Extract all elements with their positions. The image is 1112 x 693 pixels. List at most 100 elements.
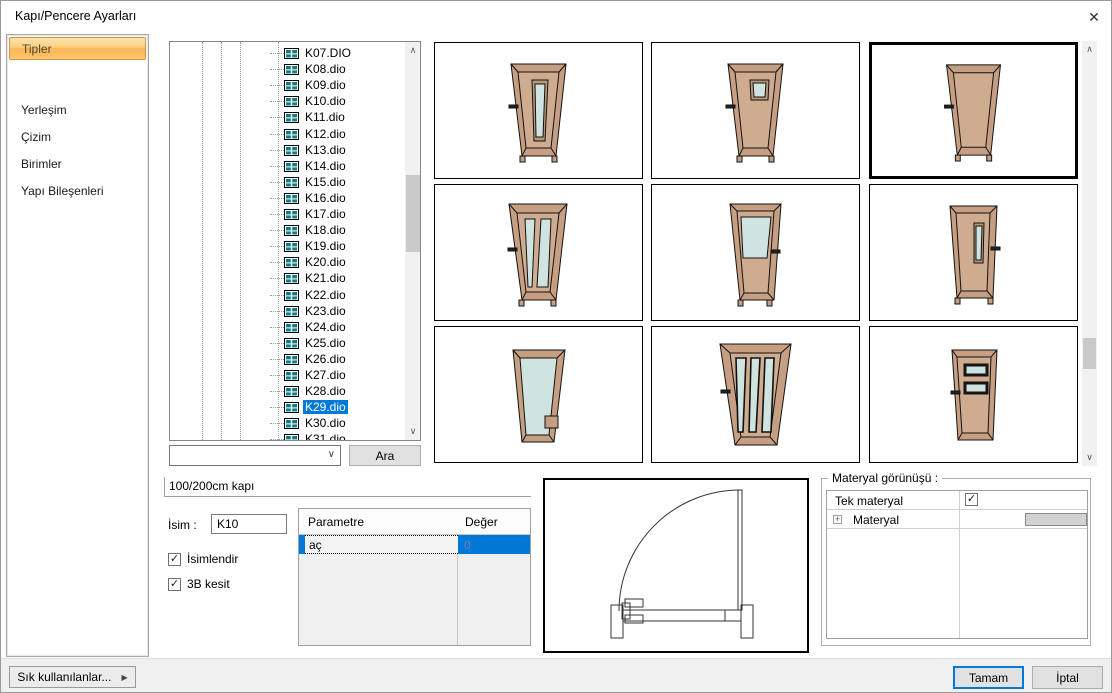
tree-item-label: K19.dio <box>303 239 348 253</box>
tree-item[interactable]: K12.dio <box>170 126 402 142</box>
door-preview-triple-vertical-glass[interactable] <box>651 326 860 463</box>
close-icon[interactable]: ✕ <box>1081 5 1107 29</box>
dialog-title: Kapı/Pencere Ayarları <box>15 9 136 23</box>
door-preview-small-square-window[interactable] <box>651 42 860 179</box>
tree-item[interactable]: K08.dio <box>170 61 402 77</box>
door-preview-solid-panel-selected[interactable] <box>869 42 1078 179</box>
sidebar-item-birimler[interactable]: Birimler <box>21 157 62 172</box>
material-label: Materyal <box>853 513 899 527</box>
preview-grid-scrollbar[interactable]: ∧ ∨ <box>1082 41 1097 466</box>
door-file-icon <box>284 79 299 92</box>
door-file-icon <box>284 95 299 108</box>
door-preview-narrow-right-window[interactable] <box>869 184 1078 321</box>
single-material-checkbox[interactable]: ✓ <box>965 493 978 506</box>
tree-item[interactable]: K10.dio <box>170 93 402 109</box>
tree-item[interactable]: K21.dio <box>170 270 402 286</box>
expand-icon[interactable]: + <box>833 515 842 524</box>
tree-item[interactable]: K31.dio <box>170 431 402 441</box>
tree-item[interactable]: K20.dio <box>170 254 402 270</box>
tree-item[interactable]: K25.dio <box>170 335 402 351</box>
chevron-down-icon[interactable]: ∨ <box>328 449 335 460</box>
tree-item[interactable]: K14.dio <box>170 158 402 174</box>
door-preview-double-vertical-glass[interactable] <box>434 184 643 321</box>
door-preview-double-horizontal-window[interactable] <box>869 326 1078 463</box>
tree-item-label: K10.dio <box>303 94 348 108</box>
tree-item[interactable]: K28.dio <box>170 383 402 399</box>
tree-item[interactable]: K18.dio <box>170 222 402 238</box>
door-file-icon <box>284 401 299 414</box>
filter-combobox[interactable]: ∨ <box>169 445 341 466</box>
settings-sidebar: Tipler Yerleşim Çizim Birimler Yapı Bile… <box>6 34 149 657</box>
door-file-tree: K07.DIO K08.dio K09.dio K10.dio K11.dio … <box>169 41 421 441</box>
door-window-settings-dialog: Kapı/Pencere Ayarları ✕ Tipler Yerleşim … <box>0 0 1112 693</box>
material-appearance-group: Materyal görünüşü : Tek materyal ✓ + Mat… <box>821 478 1091 646</box>
check-icon[interactable]: ✓ <box>168 553 181 566</box>
door-file-icon <box>284 289 299 302</box>
door-preview-single-vertical-glass[interactable] <box>434 42 643 179</box>
door-file-icon <box>284 305 299 318</box>
tree-scrollbar-thumb[interactable] <box>406 175 420 252</box>
door-file-icon <box>284 417 299 430</box>
tree-scrollbar[interactable]: ∧ ∨ <box>405 42 421 440</box>
material-color-swatch[interactable] <box>1025 513 1087 526</box>
tree-item-label: K26.dio <box>303 352 348 366</box>
single-material-row: Tek materyal ✓ <box>827 491 1087 510</box>
sidebar-item-yerlesim[interactable]: Yerleşim <box>21 103 67 118</box>
preview-grid-scrollbar-thumb[interactable] <box>1083 338 1096 369</box>
check-icon[interactable]: ✓ <box>168 578 181 591</box>
door-file-icon <box>284 144 299 157</box>
tree-item[interactable]: K15.dio <box>170 174 402 190</box>
tree-item-label: K27.dio <box>303 368 348 382</box>
tree-item[interactable]: K16.dio <box>170 190 402 206</box>
name-input[interactable]: K10 <box>211 514 287 534</box>
door-file-icon <box>284 256 299 269</box>
tree-item[interactable]: K24.dio <box>170 319 402 335</box>
material-table: Tek materyal ✓ + Materyal <box>826 490 1088 639</box>
parameter-value-cell[interactable]: 0 <box>458 535 530 554</box>
scroll-down-icon[interactable]: ∨ <box>1082 449 1097 466</box>
tree-item[interactable]: K07.DIO <box>170 45 402 61</box>
tree-item[interactable]: K19.dio <box>170 238 402 254</box>
checkbox-3b-kesit[interactable]: ✓ 3B kesit <box>168 577 230 591</box>
door-preview-full-glass[interactable] <box>434 326 643 463</box>
tree-item[interactable]: K09.dio <box>170 77 402 93</box>
checkbox-isimlendir[interactable]: ✓ İsimlendir <box>168 552 238 566</box>
scroll-down-icon[interactable]: ∨ <box>405 423 421 440</box>
tree-item-label: K15.dio <box>303 175 348 189</box>
tree-item-label: K25.dio <box>303 336 348 350</box>
door-file-icon <box>284 63 299 76</box>
door-file-icon <box>284 353 299 366</box>
tree-item[interactable]: K13.dio <box>170 142 402 158</box>
tree-item[interactable]: K27.dio <box>170 367 402 383</box>
door-file-icon <box>284 321 299 334</box>
tree-item-label: K31.dio <box>303 432 348 441</box>
tree-item-selected[interactable]: K29.dio <box>170 399 402 415</box>
door-preview-upper-glass-panel[interactable] <box>651 184 860 321</box>
search-button[interactable]: Ara <box>349 445 421 466</box>
submenu-arrow-icon: ▶ <box>121 673 127 682</box>
tree-item[interactable]: K30.dio <box>170 415 402 431</box>
door-file-icon <box>284 208 299 221</box>
cancel-button[interactable]: İptal <box>1032 666 1103 689</box>
checkbox-isimlendir-label: İsimlendir <box>187 552 238 566</box>
door-file-icon <box>284 128 299 141</box>
sidebar-item-yapi-bilesenleri[interactable]: Yapı Bileşenleri <box>21 184 104 199</box>
tree-item[interactable]: K22.dio <box>170 287 402 303</box>
favorites-button[interactable]: Sık kullanılanlar... ▶ <box>9 666 136 688</box>
door-file-icon <box>284 337 299 350</box>
tree-item-label: K09.dio <box>303 78 348 92</box>
tree-item[interactable]: K17.dio <box>170 206 402 222</box>
material-row[interactable]: + Materyal <box>827 510 1087 529</box>
tree-item-label: K23.dio <box>303 304 348 318</box>
tree-item[interactable]: K23.dio <box>170 303 402 319</box>
tree-item[interactable]: K11.dio <box>170 109 402 125</box>
scroll-up-icon[interactable]: ∧ <box>1082 41 1097 58</box>
scroll-up-icon[interactable]: ∧ <box>405 42 421 59</box>
parameter-row-ac[interactable]: aç 0 <box>299 535 530 554</box>
tree-item[interactable]: K26.dio <box>170 351 402 367</box>
tree-item-label: K22.dio <box>303 288 348 302</box>
name-label: İsim : <box>168 518 197 532</box>
ok-button[interactable]: Tamam <box>953 666 1024 689</box>
sidebar-item-tipler[interactable]: Tipler <box>9 37 146 60</box>
sidebar-item-cizim[interactable]: Çizim <box>21 130 51 145</box>
